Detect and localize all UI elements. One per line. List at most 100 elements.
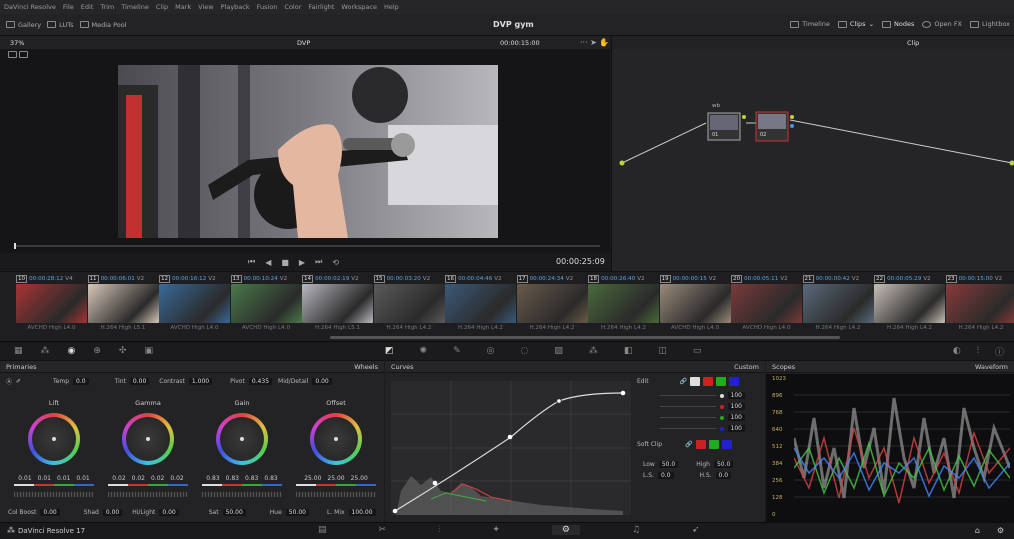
wheel-value[interactable]: 0.02 [112, 475, 125, 482]
home-icon[interactable]: ⌂ [975, 526, 980, 535]
master-wheel-slider[interactable] [14, 492, 94, 497]
sizing-icon[interactable]: ◫ [658, 346, 667, 356]
softclip-r[interactable] [695, 440, 706, 449]
wheel-value[interactable]: 0.02 [132, 475, 145, 482]
intensity-field[interactable]: 100 [727, 414, 745, 421]
key-icon[interactable]: ◧ [624, 346, 633, 356]
low-field[interactable]: 50.0 [658, 461, 679, 468]
play-icon[interactable]: ▶ [299, 258, 305, 267]
loop-icon[interactable]: ⟲ [332, 258, 339, 267]
skip-back-icon[interactable]: ⏮ [248, 257, 255, 267]
blur-icon[interactable]: ⁂ [589, 346, 598, 356]
intensity-slider[interactable] [659, 428, 716, 429]
menu-item[interactable]: Workspace [341, 3, 377, 11]
color-page-icon[interactable]: ⚙ [551, 525, 580, 535]
magic-mask-icon[interactable]: ▨ [554, 346, 563, 356]
scrubber[interactable] [14, 245, 600, 247]
menu-item[interactable]: Edit [81, 3, 94, 11]
hue-field[interactable]: 50.00 [285, 509, 309, 516]
scopes-icon[interactable]: ⫶ [977, 346, 979, 356]
clips-button[interactable]: Clips ⌄ [837, 20, 874, 28]
wheel-value[interactable]: 0.83 [206, 475, 219, 482]
g-channel[interactable] [716, 377, 727, 386]
intensity-slider[interactable] [659, 417, 716, 418]
fusion-page-icon[interactable]: ✦ [492, 525, 500, 535]
contrast-field[interactable]: 1.000 [188, 378, 213, 385]
master-wheel-slider[interactable] [202, 492, 282, 497]
r-channel[interactable] [703, 377, 714, 386]
timeline-clip[interactable]: 15 00:00:03:20 V2 H.264 High L4.2 [373, 274, 445, 338]
timeline-clip[interactable]: 14 00:00:02:19 V2 H.264 High L5.1 [302, 274, 373, 338]
lmix-field[interactable]: 100.00 [348, 509, 376, 516]
timeline-button[interactable]: Timeline [790, 20, 830, 28]
temp-field[interactable]: 0.0 [73, 378, 89, 385]
timeline-clip[interactable]: 20 00:00:05:11 V2 AVCHD High L4.0 [731, 274, 802, 338]
menu-item[interactable]: Fusion [257, 3, 278, 11]
menu-item[interactable]: Clip [156, 3, 168, 11]
node-mode[interactable]: Clip [907, 39, 919, 47]
wheel-puck[interactable] [52, 437, 56, 441]
y-channel[interactable] [690, 377, 701, 386]
3d-icon[interactable]: ▭ [693, 346, 702, 356]
open-fx-button[interactable]: Open FX [922, 20, 962, 28]
timeline-clip[interactable]: 18 00:00:26:40 V2 H.264 High L4.2 [588, 274, 659, 338]
softclip-b[interactable] [721, 440, 732, 449]
timeline-clip[interactable]: 17 00:00:24:34 V2 H.264 High L4.2 [516, 274, 588, 338]
wheel-value[interactable]: 0.02 [170, 475, 183, 482]
wheel-value[interactable]: 0.01 [38, 475, 51, 482]
node-graph[interactable] [612, 49, 1014, 271]
menu-item[interactable]: Mark [175, 3, 191, 11]
timeline-clip[interactable]: 21 00:00:00:42 V2 H.264 High L4.2 [802, 274, 874, 338]
mid-detail-field[interactable]: 0.00 [312, 378, 332, 385]
master-wheel-slider[interactable] [296, 492, 376, 497]
timeline-clip[interactable]: 10 00:00:28:12 V4 AVCHD High L4.0 [16, 274, 87, 338]
skip-forward-icon[interactable]: ⏭ [315, 257, 322, 267]
timeline-clip[interactable]: 11 00:00:06:01 V2 H.264 High L5.1 [87, 274, 159, 338]
wheel-value[interactable]: 0.83 [245, 475, 258, 482]
wheel-control[interactable] [310, 413, 362, 465]
menu-item[interactable]: Help [384, 3, 399, 11]
col-boost-field[interactable]: 0.00 [40, 509, 60, 516]
hdr-icon[interactable]: ⊕ [93, 346, 101, 356]
ls-field[interactable]: 0.0 [657, 472, 674, 479]
picker-icon[interactable]: ✐ [16, 378, 21, 385]
b-channel[interactable] [729, 377, 740, 386]
wheel-value[interactable]: 0.01 [76, 475, 89, 482]
timeline-clip[interactable]: 22 00:00:05:29 V2 H.264 High L4.2 [874, 274, 945, 338]
wheel-value[interactable]: 0.02 [151, 475, 164, 482]
hs-field[interactable]: 0.0 [715, 472, 732, 479]
wheel-value[interactable]: 25.00 [304, 475, 321, 482]
tint-field[interactable]: 0.00 [129, 378, 150, 385]
wheel-puck[interactable] [146, 437, 150, 441]
lightbox-button[interactable]: Lightbox [970, 20, 1010, 28]
timeline-clip[interactable]: 13 00:00:10:24 V2 AVCHD High L4.0 [230, 274, 302, 338]
menu-item[interactable]: File [63, 3, 74, 11]
intensity-field[interactable]: 100 [727, 403, 745, 410]
curves-icon[interactable]: ◩ [385, 346, 394, 356]
color-match-icon[interactable]: ⁂ [41, 346, 50, 356]
auto-balance-icon[interactable]: Ⓐ [6, 377, 12, 386]
viewer-timecode[interactable]: 00:00:15:00 [500, 39, 540, 47]
link-icon[interactable]: 🔗 [680, 378, 687, 385]
tracker-icon[interactable]: ◌ [520, 346, 528, 356]
softclip-link-icon[interactable]: 🔗 [685, 441, 692, 448]
step-back-icon[interactable]: ◀ [265, 258, 271, 267]
color-warper-icon[interactable]: ✺ [420, 346, 428, 356]
menu-item[interactable]: Color [284, 3, 301, 11]
timeline-clip[interactable]: 19 00:00:00:15 V2 AVCHD High L4.0 [659, 274, 731, 338]
media-page-icon[interactable]: ▤ [318, 525, 327, 535]
wheel-puck[interactable] [240, 437, 244, 441]
wheel-value[interactable]: 25.00 [351, 475, 368, 482]
viewer-tools[interactable] [8, 51, 58, 59]
rgb-mixer-icon[interactable]: ✣ [119, 346, 127, 356]
menu-item[interactable]: Playback [221, 3, 250, 11]
edit-page-icon[interactable]: ⫶ [438, 525, 440, 535]
wheel-value[interactable]: 0.83 [226, 475, 239, 482]
intensity-field[interactable]: 100 [727, 425, 745, 432]
media-pool-button[interactable]: Media Pool [79, 21, 127, 29]
window-icon[interactable]: ◎ [487, 346, 495, 356]
wheel-control[interactable] [216, 413, 268, 465]
curves-mode[interactable]: Custom [734, 363, 759, 371]
menu-item[interactable]: Trim [100, 3, 114, 11]
wheel-control[interactable] [122, 413, 174, 465]
